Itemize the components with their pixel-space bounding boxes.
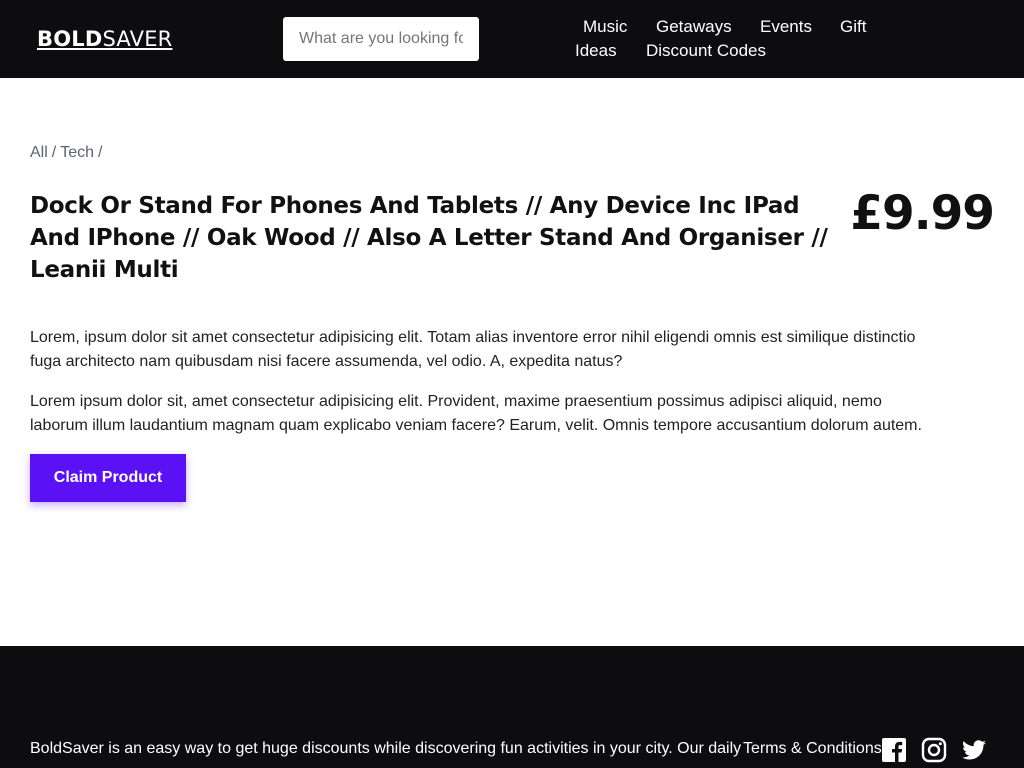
terms-conditions-link[interactable]: Terms & Conditions [743,737,882,761]
nav-item-gift[interactable]: Gift [840,17,866,37]
breadcrumb-separator: / [98,144,103,161]
logo-bold-text: BOLD [37,27,103,51]
nav-item-events[interactable]: Events [760,17,812,37]
footer-about-text: BoldSaver is an easy way to get huge dis… [30,740,742,757]
breadcrumb-separator: / [51,144,57,161]
logo-light-text: SAVER [102,27,173,51]
product-description: Lorem, ipsum dolor sit amet consectetur … [30,329,916,370]
facebook-icon[interactable] [881,737,907,763]
nav-item-discount-codes[interactable]: Discount Codes [646,41,766,61]
product-description: Lorem ipsum dolor sit, amet consectetur … [30,393,922,434]
site-header: BOLDSAVER Music Getaways Events Gift Ide… [0,0,1024,78]
site-logo[interactable]: BOLDSAVER [37,27,172,51]
breadcrumb-item-tech[interactable]: Tech [60,144,94,161]
product-title: Dock Or Stand For Phones And Tablets // … [30,193,828,283]
site-footer: BoldSaver is an easy way to get huge dis… [0,646,1024,768]
breadcrumb: All / Tech / [30,144,106,162]
claim-product-button[interactable]: Claim Product [30,454,186,502]
product-price: £9.99 [850,186,995,241]
instagram-icon[interactable] [921,737,947,763]
search-input[interactable] [283,17,479,61]
nav-item-music[interactable]: Music [583,17,627,37]
breadcrumb-item-all[interactable]: All [30,144,48,161]
twitter-icon[interactable] [961,737,987,763]
nav-item-ideas[interactable]: Ideas [575,41,617,61]
nav-item-getaways[interactable]: Getaways [656,17,732,37]
